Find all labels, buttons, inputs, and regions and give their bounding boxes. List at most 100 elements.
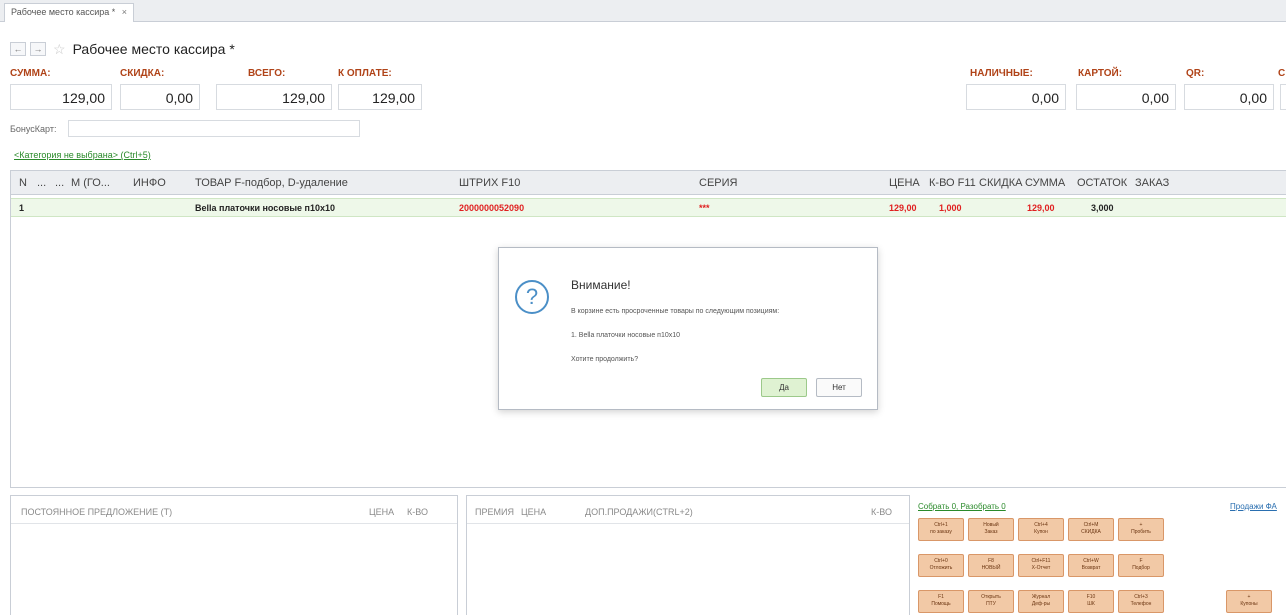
card-label: КАРТОЙ: <box>1078 68 1123 79</box>
extra-qty-col: К-ВО <box>871 507 892 517</box>
discount-label: СКИДКА: <box>120 68 165 79</box>
col-price[interactable]: ЦЕНА <box>889 177 920 189</box>
qr-input[interactable]: 0,00 <box>1184 84 1274 110</box>
col-barcode[interactable]: ШТРИХ F10 <box>459 177 520 189</box>
col-dots-1[interactable]: ... <box>37 177 46 189</box>
key-barcode[interactable]: F10 ШК <box>1068 590 1114 613</box>
back-arrow-icon[interactable]: ← <box>10 42 26 56</box>
key-new-order-shortcut: Новый <box>983 522 999 528</box>
key-defect-log-shortcut: Журнал <box>1031 594 1051 600</box>
qr-label: QR: <box>1186 68 1205 79</box>
permanent-offer-panel: ПОСТОЯННОЕ ПРЕДЛОЖЕНИЕ (Т) ЦЕНА К-ВО <box>10 495 458 615</box>
key-coupons-shortcut: + <box>1247 594 1251 600</box>
tab-bar: Рабочее место кассира * × <box>0 0 1286 22</box>
card-input[interactable]: 0,00 <box>1076 84 1176 110</box>
forward-arrow-icon[interactable]: → <box>30 42 46 56</box>
key-new-order-label: Заказ <box>984 529 998 535</box>
warning-dialog: ? Внимание! В корзине есть просроченные … <box>498 247 878 410</box>
col-stock[interactable]: ОСТАТОК <box>1077 177 1127 189</box>
star-icon[interactable]: ☆ <box>53 41 66 58</box>
permanent-offer-title: ПОСТОЯННОЕ ПРЕДЛОЖЕНИЕ (Т) <box>21 507 173 517</box>
key-postpone-shortcut: Ctrl+0 <box>934 558 948 564</box>
total-label: ВСЕГО: <box>248 68 286 79</box>
key-discount[interactable]: Ctrl+M СКИДКА <box>1068 518 1114 541</box>
key-punch-label: Пробить <box>1131 529 1151 535</box>
permanent-offer-qty: К-ВО <box>407 507 428 517</box>
col-m[interactable]: М (ГО... <box>71 177 110 189</box>
key-return-shortcut: Ctrl+W <box>1083 558 1099 564</box>
page-title: Рабочее место кассира * <box>72 41 235 57</box>
key-discount-label: СКИДКА <box>1081 529 1101 535</box>
key-coupon[interactable]: Ctrl+4 Купон <box>1018 518 1064 541</box>
key-x-report-label: X-Отчет <box>1031 565 1051 571</box>
key-coupons-label: Купоны <box>1240 601 1258 607</box>
extra-input[interactable] <box>1280 84 1286 110</box>
question-icon: ? <box>515 280 549 314</box>
table-header: N ... ... М (ГО... ИНФО ТОВАР F-подбор, … <box>11 171 1286 195</box>
key-by-order[interactable]: Ctrl+1 по заказу <box>918 518 964 541</box>
key-new-order[interactable]: Новый Заказ <box>968 518 1014 541</box>
col-product[interactable]: ТОВАР F-подбор, D-удаление <box>195 177 348 189</box>
dialog-question: Хотите продолжить? <box>571 356 639 363</box>
key-x-report[interactable]: Ctrl+F11 X-Отчет <box>1018 554 1064 577</box>
key-postpone[interactable]: Ctrl+0 Отложить <box>918 554 964 577</box>
key-return[interactable]: Ctrl+W Возврат <box>1068 554 1114 577</box>
sales-link[interactable]: Продажи ФА <box>1230 502 1277 511</box>
key-punch[interactable]: + Пробить <box>1118 518 1164 541</box>
key-pick[interactable]: F Подбор <box>1118 554 1164 577</box>
key-help-label: Помощь <box>931 601 951 607</box>
key-punch-shortcut: + <box>1139 522 1143 528</box>
row-number: 1 <box>19 203 25 213</box>
key-defect-log[interactable]: Журнал Деф-ры <box>1018 590 1064 613</box>
col-info[interactable]: ИНФО <box>133 177 166 189</box>
permanent-offer-price: ЦЕНА <box>369 507 395 517</box>
col-dots-2[interactable]: ... <box>55 177 64 189</box>
extra-sales-title: ДОП.ПРОДАЖИ(CTRL+2) <box>585 507 693 517</box>
key-discount-shortcut: Ctrl+M <box>1083 522 1099 528</box>
dialog-item: 1. Bella платочки носовые п10х10 <box>571 332 681 339</box>
key-barcode-label: ШК <box>1087 601 1095 607</box>
key-coupons[interactable]: + Купоны <box>1226 590 1272 613</box>
yes-button[interactable]: Да <box>761 378 807 397</box>
key-open-ptu[interactable]: Открыть ПТУ <box>968 590 1014 613</box>
row-barcode: 2000000052090 <box>459 203 525 213</box>
close-icon[interactable]: × <box>122 7 127 17</box>
to-pay-value: 129,00 <box>338 84 422 110</box>
key-phone[interactable]: Ctrl+3 Телефон <box>1118 590 1164 613</box>
row-product: Bella платочки носовые п10х10 <box>195 203 336 213</box>
key-open-ptu-label: ПТУ <box>986 601 996 607</box>
col-sum[interactable]: СУММА <box>1025 177 1065 189</box>
col-n[interactable]: N <box>19 177 27 189</box>
col-qty[interactable]: К-ВО F11 <box>929 177 976 189</box>
col-series[interactable]: СЕРИЯ <box>699 177 737 189</box>
key-phone-shortcut: Ctrl+3 <box>1134 594 1148 600</box>
total-value: 129,00 <box>216 84 332 110</box>
extra-sales-panel: ПРЕМИЯ ЦЕНА ДОП.ПРОДАЖИ(CTRL+2) К-ВО <box>466 495 910 615</box>
col-order[interactable]: ЗАКАЗ <box>1135 177 1169 189</box>
tab-cashier-workplace[interactable]: Рабочее место кассира * × <box>4 3 135 22</box>
key-coupon-label: Купон <box>1034 529 1048 535</box>
row-qty: 1,000 <box>939 203 962 213</box>
collect-link[interactable]: Собрать 0, Разобрать 0 <box>918 502 1006 511</box>
category-link[interactable]: <Категория не выбрана> (Ctrl+5) <box>14 150 151 160</box>
key-open-ptu-shortcut: Открыть <box>981 594 1001 600</box>
key-help[interactable]: F1 Помощь <box>918 590 964 613</box>
key-new[interactable]: F8 НОВЫЙ <box>968 554 1014 577</box>
extra-sales-header: ПРЕМИЯ ЦЕНА ДОП.ПРОДАЖИ(CTRL+2) К-ВО <box>467 496 909 524</box>
key-phone-label: Телефон <box>1130 601 1152 607</box>
cash-input[interactable]: 0,00 <box>966 84 1066 110</box>
no-button[interactable]: Нет <box>816 378 862 397</box>
row-sum: 129,00 <box>1027 203 1055 213</box>
key-by-order-label: по заказу <box>930 529 952 535</box>
bonus-card-input[interactable] <box>68 120 360 137</box>
table-row[interactable]: 1 Bella платочки носовые п10х10 20000000… <box>11 198 1286 217</box>
premium-col: ПРЕМИЯ <box>475 507 514 517</box>
tab-label: Рабочее место кассира * <box>11 7 116 17</box>
dialog-title: Внимание! <box>571 278 631 292</box>
col-discount[interactable]: СКИДКА <box>979 177 1022 189</box>
extra-price-col: ЦЕНА <box>521 507 547 517</box>
key-barcode-shortcut: F10 <box>1086 594 1096 600</box>
dialog-message: В корзине есть просроченные товары по сл… <box>571 308 780 315</box>
sum-label: СУММА: <box>10 68 51 79</box>
title-bar: ← → ☆ Рабочее место кассира * <box>10 40 235 58</box>
